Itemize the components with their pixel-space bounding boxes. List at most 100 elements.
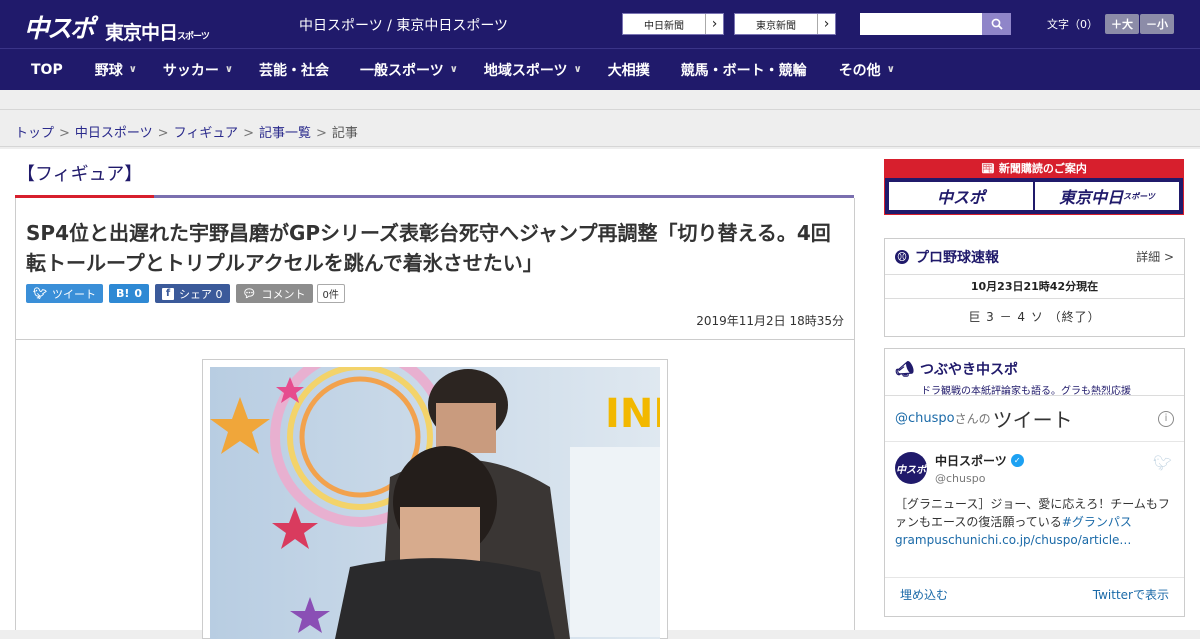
breadcrumb-separator: >: [157, 126, 169, 141]
view-on-twitter-link[interactable]: Twitterで表示: [1093, 586, 1169, 603]
hatena-icon: B!: [115, 287, 130, 300]
breadcrumb-separator: >: [315, 126, 327, 141]
chevron-right-icon: ›: [705, 14, 723, 34]
embed-link[interactable]: 埋め込む: [900, 586, 948, 603]
breadcrumb-figure[interactable]: フィギュア: [174, 126, 238, 141]
breadcrumb-separator: >: [243, 126, 254, 141]
site-logo[interactable]: 中スポ 東京中日スポーツ: [24, 9, 210, 45]
chevron-right-icon: ›: [817, 14, 835, 34]
chevron-down-icon: ∨: [449, 64, 458, 75]
twitter-bird-icon[interactable]: 🐦︎: [1153, 454, 1172, 472]
info-icon[interactable]: i: [1158, 410, 1174, 427]
rink-banner-letters: INI: [605, 391, 660, 437]
header-spacer: [0, 90, 1200, 110]
chunichi-shimbun-link[interactable]: 中日新聞 ›: [622, 13, 724, 35]
subscription-ad-heading-text: 新聞購読のご案内: [998, 162, 1087, 175]
article-photo[interactable]: INI de: [210, 367, 660, 639]
tweet-url-link[interactable]: grampuschunichi.co.jp/chuspo/article…: [895, 533, 1131, 547]
site-title[interactable]: 中日スポーツ / 東京中日スポーツ: [299, 15, 508, 35]
font-bigger-button[interactable]: ＋大: [1105, 14, 1139, 34]
baseball-detail-link[interactable]: 詳細 >: [1136, 248, 1174, 265]
search-input[interactable]: [860, 13, 982, 35]
ad-logo-chuspo[interactable]: 中スポ: [889, 182, 1033, 210]
twitter-widget-title: ツイート: [992, 408, 1073, 432]
chunichi-shimbun-label: 中日新聞: [644, 20, 684, 32]
hatena-bookmark-button[interactable]: B! 0: [108, 284, 150, 303]
logo-tokyo-chunichi-text: 東京中日: [105, 22, 178, 44]
facebook-share-label: シェア 0: [179, 287, 223, 301]
search-button[interactable]: [982, 13, 1011, 35]
logo-tokyo-chunichi-small: スポーツ: [177, 32, 210, 42]
hatena-count: 0: [134, 287, 143, 300]
twitter-handle-suffix: さんの: [954, 412, 991, 426]
nav-general-sports[interactable]: 一般スポーツ ∨: [360, 60, 458, 80]
facebook-icon: f: [162, 287, 175, 300]
tokyo-shimbun-link[interactable]: 東京新聞 ›: [734, 13, 836, 35]
tweet-user-name-text: 中日スポーツ: [935, 454, 1007, 468]
nav-label: サッカー: [162, 62, 219, 79]
tweets-box-header: 📣︎ つぶやき中スポ ドラ観戦の本紙評論家も語る。グラも熱烈応援: [885, 349, 1184, 397]
twitter-widget-header: @chuspo さんの ツイート i: [885, 396, 1184, 442]
baseball-update-time: 10月23日21時42分現在: [885, 275, 1184, 299]
header-bar: 中スポ 東京中日スポーツ 中日スポーツ / 東京中日スポーツ 中日新聞 › 東京…: [0, 0, 1200, 48]
breadcrumb-separator: >: [59, 126, 70, 141]
avatar[interactable]: 中スポ: [895, 452, 927, 484]
comment-count: 0件: [316, 284, 345, 303]
nav-top[interactable]: TOP: [31, 62, 63, 78]
nav-local-sports[interactable]: 地域スポーツ ∨: [484, 60, 582, 80]
nav-label: 一般スポーツ: [359, 62, 444, 79]
logo-tokyo-chunichi: 東京中日スポーツ: [105, 18, 210, 45]
facebook-share-button[interactable]: f シェア 0: [155, 284, 230, 303]
nav-soccer[interactable]: サッカー ∨: [163, 60, 233, 80]
ad-logo-tokyo-chunichi[interactable]: 東京中日 スポーツ: [1035, 182, 1179, 210]
comment-button[interactable]: 💬︎ コメント: [235, 284, 313, 303]
breadcrumb: トップ > 中日スポーツ > フィギュア > 記事一覧 > 記事: [0, 110, 1200, 147]
logo-chuspo: 中スポ: [24, 14, 95, 43]
subscription-ad-logos: 中スポ 東京中日 スポーツ: [885, 178, 1183, 210]
nav-label: 地域スポーツ: [483, 62, 568, 79]
nav-sumo[interactable]: 大相撲: [608, 60, 650, 80]
breadcrumb-top[interactable]: トップ: [15, 126, 54, 141]
baseball-score[interactable]: 巨 3 － 4 ソ （終了）: [885, 299, 1184, 335]
nav-racing[interactable]: 競馬・ボート・競輪: [681, 60, 807, 80]
baseball-live-title: プロ野球速報: [915, 249, 999, 266]
tweet-button[interactable]: 🐦︎ ツイート: [26, 284, 103, 303]
nav-entertainment[interactable]: 芸能・社会: [259, 60, 329, 80]
subscription-ad[interactable]: 📰︎ 新聞購読のご案内 中スポ 東京中日 スポーツ: [884, 159, 1184, 215]
breadcrumb-chunichi-sports[interactable]: 中日スポーツ: [75, 126, 153, 141]
tweet-user-id: @chuspo: [935, 472, 986, 485]
chevron-down-icon: ∨: [128, 64, 137, 75]
tweet-hashtag-link[interactable]: #グランパス: [1062, 515, 1132, 529]
tweets-box: 📣︎ つぶやき中スポ ドラ観戦の本紙評論家も語る。グラも熱烈応援 @chuspo …: [884, 348, 1185, 617]
nav-label: 芸能・社会: [258, 62, 329, 79]
ad-logo-tokyo-chunichi-text: 東京中日: [1059, 188, 1124, 207]
megaphone-icon: 📣︎: [895, 360, 915, 378]
comment-label: コメント: [261, 287, 306, 301]
font-smaller-button[interactable]: －小: [1140, 14, 1174, 34]
nav-baseball[interactable]: 野球 ∨: [95, 60, 137, 80]
chevron-down-icon: ∨: [573, 64, 582, 75]
speech-bubble-icon: 💬︎: [242, 287, 257, 300]
chevron-down-icon: ∨: [224, 64, 233, 75]
article-photo-area: INI de: [15, 340, 855, 639]
breadcrumb-article-list[interactable]: 記事一覧: [259, 126, 311, 141]
tweet-text: ［グラニュース］ジョー、愛に応えろ！チームもファンもエースの復活願っている#グラ…: [895, 495, 1174, 549]
tweets-box-subtitle: ドラ観戦の本紙評論家も語る。グラも熱烈応援: [921, 386, 1131, 397]
search-form: [860, 13, 1011, 35]
article-category: 【フィギュア】: [15, 160, 854, 198]
tweet-user[interactable]: 中スポ 中日スポーツ ✓ @chuspo: [895, 452, 1174, 485]
nav-label: その他: [838, 62, 881, 79]
twitter-widget-footer: 埋め込む Twitterで表示: [885, 578, 1184, 610]
newspaper-icon: 📰︎: [981, 162, 999, 175]
article-date: 2019年11月2日 18時35分: [696, 314, 844, 328]
twitter-handle-link[interactable]: @chuspo: [895, 411, 955, 426]
font-size-control: 文字（0） ＋大 －小: [1047, 14, 1174, 34]
baseball-live-title-bar: ⚾︎ プロ野球速報 詳細 >: [885, 239, 1184, 275]
skater-photo-illustration: INI de: [210, 367, 660, 639]
nav-label: TOP: [31, 61, 63, 78]
article-headline: SP4位と出遅れた宇野昌磨がGPシリーズ表彰台死守へジャンプ再調整「切り替える。…: [26, 221, 831, 275]
nav-other[interactable]: その他 ∨: [839, 60, 895, 80]
ad-logo-tokyo-chunichi-small: スポーツ: [1123, 191, 1155, 201]
share-buttons: 🐦︎ ツイート B! 0 f シェア 0 💬︎ コメント 0件: [26, 284, 345, 303]
tokyo-shimbun-label: 東京新聞: [756, 20, 796, 32]
